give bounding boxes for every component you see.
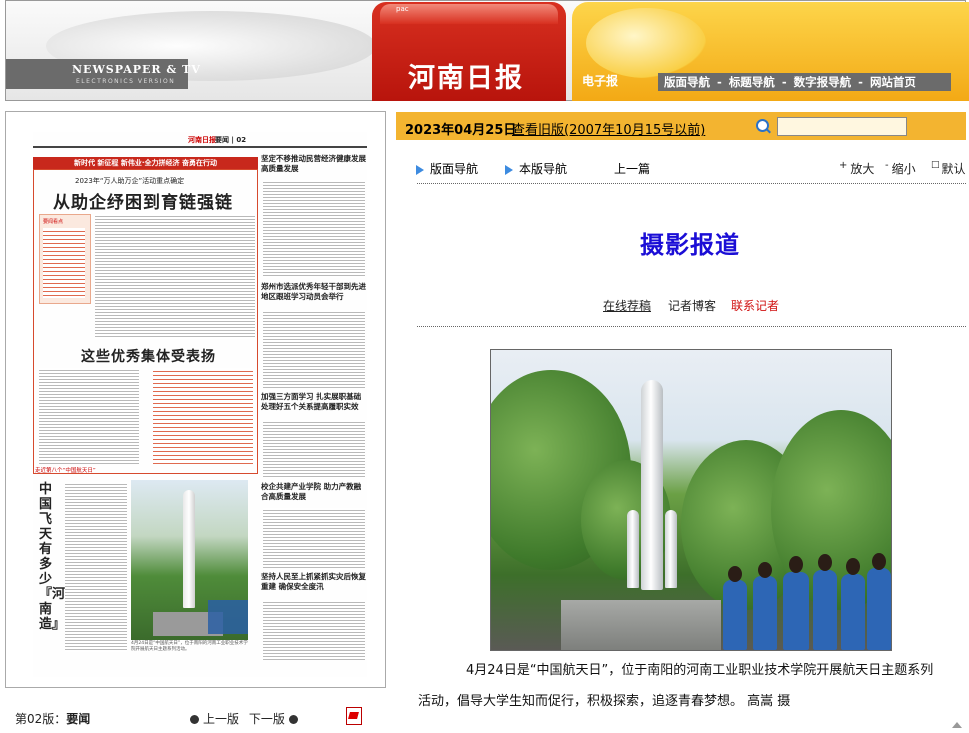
submit-story-link[interactable]: 在线荐稿 [603, 297, 651, 314]
zoom-default-label[interactable]: 默认 [942, 162, 966, 176]
photo-person-head [789, 556, 803, 573]
page-thumbnail: 河南日报 要闻 | 02 新时代 新征程 新伟业·全力拼经济 奋勇在行动 202… [33, 132, 367, 677]
page-sidebar-head: 要闻看点 [43, 219, 64, 225]
page-side-title[interactable]: 坚定不移推动民营经济健康发展高质量发展 [261, 154, 366, 174]
prev-page-link[interactable]: 上一版 [203, 712, 239, 726]
prev-page-icon[interactable] [190, 715, 199, 724]
header-subtitle: 电子报 [582, 74, 619, 88]
photo-person [867, 568, 891, 650]
page-side-title[interactable]: 郑州市选派优秀年轻干部到先进地区跟班学习动员会举行 [261, 282, 366, 302]
nav-layout[interactable]: 版面导航 [664, 75, 710, 89]
photo-booster [627, 510, 639, 588]
contact-reporter-link[interactable]: 联系记者 [731, 297, 779, 314]
photo-rocket [641, 380, 663, 590]
zoom-out-label[interactable]: 缩小 [892, 162, 916, 176]
photo-person-head [758, 562, 772, 578]
search-input[interactable] [777, 117, 907, 136]
page-body-text [39, 368, 139, 464]
page-name: 要闻 [66, 712, 91, 726]
page-kicker: 2023年“万人助万企”活动重点确定 [75, 177, 185, 185]
arrow-right-icon [416, 164, 424, 175]
photo-person-head [872, 553, 886, 570]
page-list-lines [153, 368, 253, 464]
layout-nav-label[interactable]: 版面导航 [430, 162, 478, 176]
article-section-title: 摄影报道 [640, 231, 740, 259]
page-list-lines [43, 228, 85, 298]
page-photo-people [208, 600, 248, 634]
header-yellow-glow [586, 8, 706, 78]
page-vertical-title[interactable]: 中国飞天有多少『河南造』 [39, 482, 65, 632]
photo-caption-line-1: 4月24日是“中国航天日”，位于南阳的河南工业职业技术学院开展航天日主题系列 [466, 663, 934, 678]
nav-separator: - [781, 75, 787, 89]
page-side-title[interactable]: 坚持人民至上抓紧抓实灾后恢复重建 确保安全度汛 [261, 572, 366, 592]
page-nav-link[interactable]: 本版导航 [505, 160, 567, 177]
reporter-blog-link[interactable]: 记者博客 [668, 297, 716, 314]
zoom-in-label[interactable]: 放大 [850, 162, 874, 176]
zoom-in-button[interactable]: + 放大 [839, 160, 874, 177]
next-page-icon[interactable] [288, 715, 298, 724]
page-pager: 上一版 下一版 [186, 710, 302, 727]
photo-person [841, 574, 865, 650]
divider [417, 326, 966, 327]
photo-person-head [728, 566, 742, 582]
photo-caption-line-2: 活动，倡导大学生知而促行，积极探索，追逐青春梦想。 高嵩 摄 [418, 694, 791, 709]
page-headline[interactable]: 从助企纾困到育链强链 [53, 188, 233, 213]
page-body-text [263, 310, 365, 388]
zoom-out-icon: - [885, 160, 889, 171]
photo-person [753, 576, 777, 650]
page-side-title[interactable]: 加强三方面学习 扎实展职基础 处理好五个关系提高履职实效 [261, 392, 366, 412]
divider [417, 183, 966, 184]
zoom-out-button[interactable]: - 缩小 [885, 160, 916, 177]
nav-separator: - [858, 75, 863, 89]
nav-separator: - [717, 75, 722, 89]
page-body-text [65, 482, 127, 652]
nav-home[interactable]: 网站首页 [870, 75, 916, 89]
header-en-title: NEWSPAPER & TV [72, 63, 201, 76]
page-headline-2[interactable]: 这些优秀集体受表扬 [81, 346, 216, 366]
page-number: 第02版： [15, 712, 67, 726]
page-logo: 河南日报 [188, 136, 216, 144]
page-section: 要闻 | 02 [215, 136, 247, 144]
current-page-label: 第02版：要闻 [15, 710, 90, 727]
photo-person-head [846, 558, 860, 575]
page-side-title[interactable]: 校企共建产业学院 助力产教融合高质量发展 [261, 482, 366, 502]
scroll-up-icon[interactable] [952, 722, 962, 728]
photo-person [723, 580, 747, 650]
nav-digital[interactable]: 数字报导航 [794, 75, 852, 89]
page-nav-label[interactable]: 本版导航 [519, 162, 567, 176]
photo-person [783, 572, 809, 650]
page-banner[interactable]: 新时代 新征程 新伟业·全力拼经济 奋勇在行动 [33, 157, 258, 169]
page-body-text [263, 600, 365, 660]
page-body-text [263, 508, 365, 568]
page-body-text [263, 420, 365, 478]
pdf-icon[interactable] [346, 707, 362, 725]
photo-person [813, 570, 837, 650]
page-photo-rocket [183, 490, 195, 608]
search-icon[interactable] [756, 119, 769, 132]
zoom-default-button[interactable]: □ 默认 [931, 160, 966, 177]
issue-date: 2023年04月25日 [405, 123, 517, 138]
page-preview[interactable]: 河南日报 要闻 | 02 新时代 新征程 新伟业·全力拼经济 奋勇在行动 202… [5, 111, 386, 688]
article-photo [490, 349, 892, 651]
zoom-default-icon: □ [931, 160, 940, 170]
header-en-subtitle: ELECTRONICS VERSION [76, 78, 176, 85]
photo-pedestal [561, 600, 721, 650]
photo-person-head [818, 554, 832, 571]
photo-booster [665, 510, 677, 588]
layout-nav-link[interactable]: 版面导航 [416, 160, 478, 177]
header-pac-label: pac [396, 5, 409, 13]
prev-article-link[interactable]: 上一篇 [614, 160, 650, 177]
nav-titles[interactable]: 标题导航 [729, 75, 775, 89]
page-photo-caption: 4月24日是“中国航天日”，位于南阳的河南工业职业技术学院开展航天日主题系列活动… [131, 641, 248, 652]
old-version-link[interactable]: 查看旧版(2007年10月15号以前) [512, 119, 705, 138]
next-page-link[interactable]: 下一版 [249, 712, 285, 726]
page-tag: 走近第八个“中国航天日” [35, 468, 96, 474]
header-nav: 版面导航 - 标题导航 - 数字报导航 - 网站首页 [658, 73, 951, 91]
arrow-right-icon [505, 164, 513, 175]
zoom-in-icon: + [839, 160, 848, 171]
page-body-text [263, 180, 365, 278]
newspaper-title: 河南日报 [408, 63, 524, 94]
page-body-text [95, 214, 255, 339]
